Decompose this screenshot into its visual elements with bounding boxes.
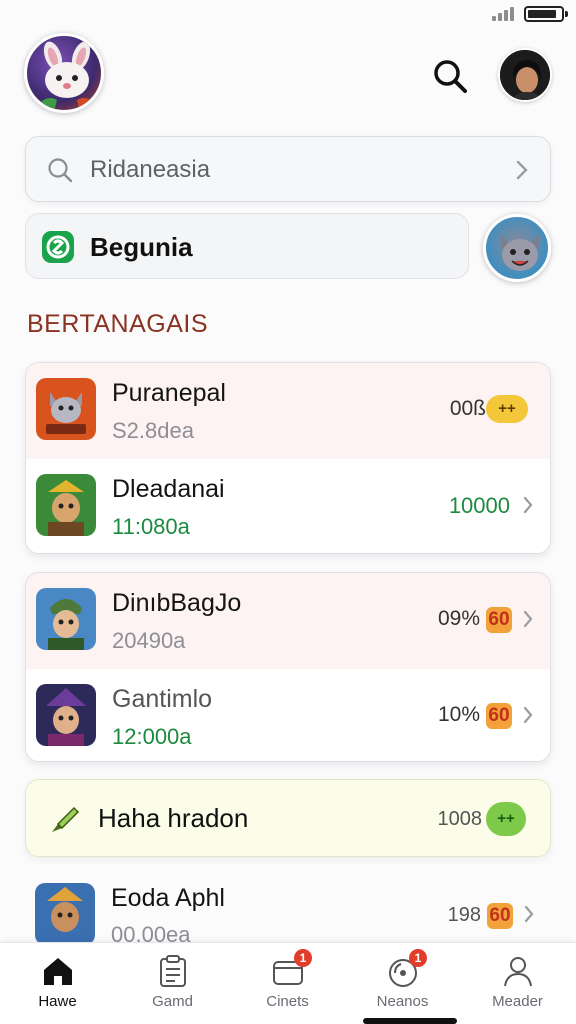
notification-badge: 1 (409, 949, 427, 967)
item-value: 00ß (449, 397, 486, 420)
item-value: 10000 (448, 493, 510, 518)
item-value: 198 (447, 904, 481, 926)
item-value: 10% (437, 703, 480, 726)
bottom-tab-bar: Hawe Gamd 1 Cinets 1 Neanos Meader (0, 942, 576, 1024)
promo-badge[interactable]: ++ (486, 802, 526, 836)
game-card: Puranepal S2.8dea 00ß ++ Dleadanai 11:08… (25, 362, 551, 554)
list-item[interactable]: Puranepal S2.8dea 00ß ++ (26, 363, 550, 459)
item-subtitle: 11:080a (112, 514, 190, 539)
chevron-right-icon (516, 160, 528, 180)
promo-label: Haha hradon (98, 803, 249, 833)
home-icon (44, 958, 72, 985)
battery-icon (524, 6, 568, 22)
tab-label: Meader (492, 993, 543, 1010)
chevron-right-icon (523, 496, 533, 514)
tab-profile[interactable]: Meader (460, 943, 575, 1024)
user-avatar[interactable] (498, 48, 552, 102)
game-thumbnail (36, 684, 96, 746)
item-subtitle: 12:000a (112, 724, 192, 749)
tab-label: Hawe (38, 993, 77, 1010)
list-item[interactable]: Eoda Aphl 00.00ea 198 60 (25, 876, 551, 950)
person-icon (504, 957, 532, 987)
chevron-right-icon (523, 706, 533, 724)
promo-banner[interactable]: Haha hradon 1008 ++ (25, 779, 551, 857)
search-text: Ridaneasia (90, 156, 211, 183)
bunny-mascot-icon[interactable] (24, 33, 104, 113)
tab-home[interactable]: Hawe (0, 943, 115, 1024)
item-title: Puranepal (112, 379, 226, 407)
item-title: Gantimlo (112, 685, 213, 713)
game-thumbnail (36, 378, 96, 440)
list-item[interactable]: Dleadanai 11:080a 10000 (26, 459, 550, 553)
item-value: 09% (437, 607, 480, 630)
home-indicator (363, 1018, 457, 1024)
signal-icon (492, 7, 514, 21)
status-badge: 60 (487, 903, 513, 929)
status-badge: 60 (486, 607, 512, 633)
chevron-right-icon (524, 905, 534, 923)
notification-badge: 1 (294, 949, 312, 967)
tab-games[interactable]: Gamd (115, 943, 230, 1024)
clipboard-icon (160, 955, 186, 987)
game-thumbnail (35, 883, 95, 945)
pill-label: Begunia (90, 232, 193, 262)
status-badge[interactable]: ++ (486, 395, 528, 423)
tab-cinets[interactable]: 1 Cinets (230, 943, 345, 1024)
cat-character-avatar[interactable] (483, 214, 551, 282)
promo-value: 1008 (437, 808, 483, 830)
chevron-right-icon (523, 610, 533, 628)
section-title: BERTANAGAIS (27, 310, 209, 338)
app-badge-icon (42, 231, 74, 263)
item-title: Eoda Aphl (111, 884, 225, 912)
item-title: Dleadanai (112, 475, 225, 503)
search-icon[interactable] (430, 56, 470, 96)
search-icon (48, 158, 73, 183)
item-subtitle: 20490a (112, 628, 186, 653)
brush-icon (52, 806, 80, 832)
item-title: DinıbBagJo (112, 589, 242, 617)
tab-label: Gamd (152, 993, 193, 1010)
game-thumbnail (36, 588, 96, 650)
list-item[interactable]: DinıbBagJo 20490a 09% 60 (26, 573, 550, 669)
item-subtitle: S2.8dea (112, 418, 194, 443)
search-input[interactable]: Ridaneasia (25, 136, 551, 202)
status-bar (0, 0, 576, 30)
tab-label: Cinets (266, 993, 309, 1010)
game-card: DinıbBagJo 20490a 09% 60 Gantimlo 12:000… (25, 572, 551, 762)
featured-pill[interactable]: Begunia (25, 213, 469, 279)
status-badge: 60 (486, 703, 512, 729)
list-item[interactable]: Gantimlo 12:000a 10% 60 (26, 669, 550, 761)
game-thumbnail (36, 474, 96, 536)
tab-label: Neanos (376, 993, 429, 1010)
tab-neanos[interactable]: 1 Neanos (345, 943, 460, 1024)
